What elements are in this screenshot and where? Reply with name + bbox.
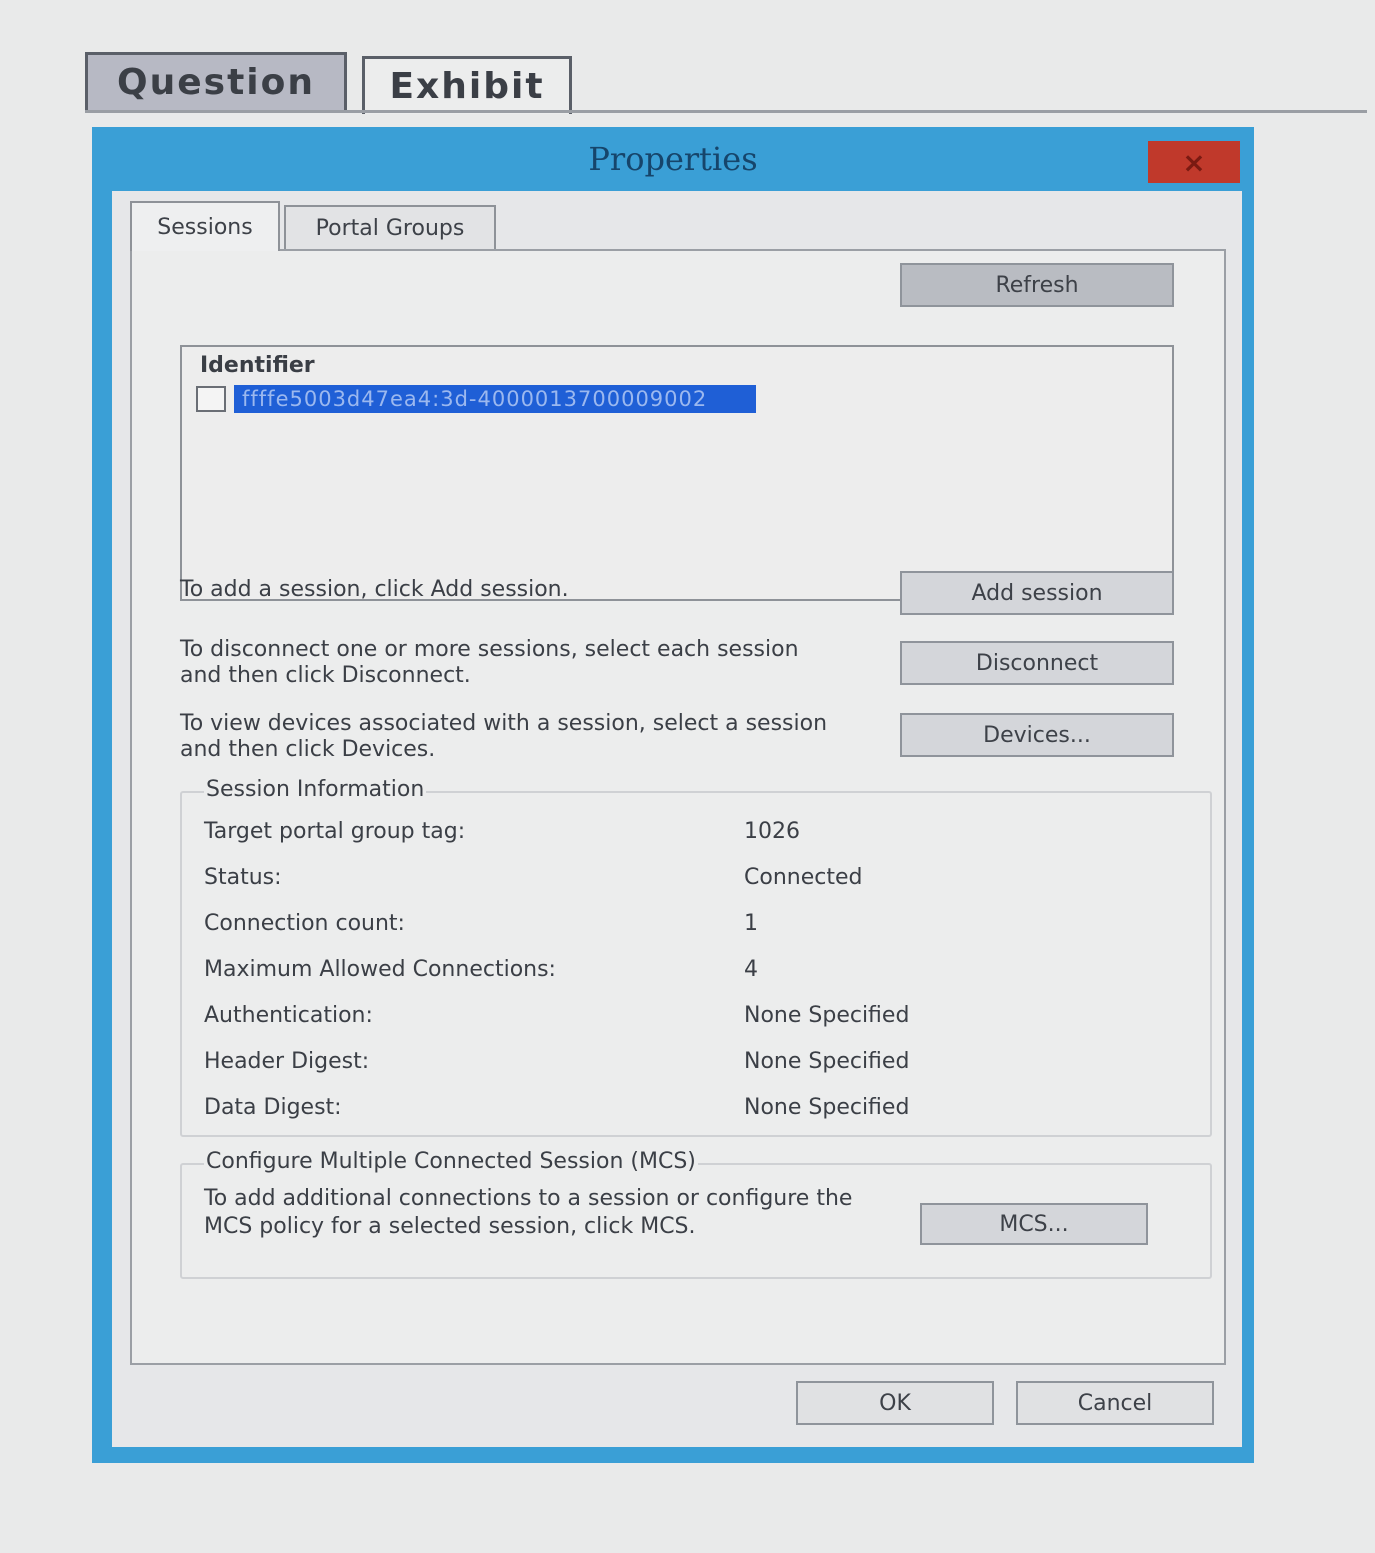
add-session-instruction: To add a session, click Add session.: [180, 577, 569, 602]
info-value-connection-count: 1: [744, 911, 758, 936]
session-identifier[interactable]: ffffe5003d47ea4:3d-4000013700009002: [234, 385, 756, 413]
refresh-button[interactable]: Refresh: [900, 263, 1174, 307]
dialog-title: Properties: [588, 140, 758, 178]
cancel-button[interactable]: Cancel: [1016, 1381, 1214, 1425]
info-label-authentication: Authentication:: [204, 1003, 373, 1028]
list-item[interactable]: ffffe5003d47ea4:3d-4000013700009002: [196, 385, 756, 413]
properties-dialog: Properties × Sessions Portal Groups Refr…: [92, 127, 1254, 1463]
disconnect-button[interactable]: Disconnect: [900, 641, 1174, 685]
tab-divider: [85, 110, 1367, 113]
mcs-group-title: Configure Multiple Connected Session (MC…: [204, 1149, 698, 1174]
add-session-button[interactable]: Add session: [900, 571, 1174, 615]
tab-exhibit[interactable]: Exhibit: [362, 56, 572, 114]
info-value-status: Connected: [744, 865, 863, 890]
close-button[interactable]: ×: [1148, 141, 1240, 183]
tab-sessions[interactable]: Sessions: [130, 201, 280, 251]
info-value-header-digest: None Specified: [744, 1049, 910, 1074]
dialog-client-area: Sessions Portal Groups Refresh Identifie…: [112, 191, 1242, 1447]
tab-portal-groups[interactable]: Portal Groups: [284, 205, 496, 249]
mcs-instruction: To add additional connections to a sessi…: [204, 1186, 853, 1239]
mcs-group: Configure Multiple Connected Session (MC…: [180, 1149, 1212, 1279]
ok-button[interactable]: OK: [796, 1381, 994, 1425]
tab-question[interactable]: Question: [85, 52, 347, 110]
info-label-connection-count: Connection count:: [204, 911, 405, 936]
disconnect-instruction: To disconnect one or more sessions, sele…: [180, 637, 799, 688]
sessions-panel: Refresh Identifier ffffe5003d47ea4:3d-40…: [130, 249, 1226, 1365]
sessions-list[interactable]: Identifier ffffe5003d47ea4:3d-4000013700…: [180, 345, 1174, 601]
mcs-button[interactable]: MCS...: [920, 1203, 1148, 1245]
devices-instruction: To view devices associated with a sessio…: [180, 711, 828, 762]
info-label-data-digest: Data Digest:: [204, 1095, 342, 1120]
info-label-status: Status:: [204, 865, 282, 890]
info-label-portal-tag: Target portal group tag:: [204, 819, 466, 844]
session-checkbox[interactable]: [196, 386, 226, 412]
close-icon: ×: [1182, 145, 1206, 179]
info-value-max-connections: 4: [744, 957, 758, 982]
session-information-group: Session Information Target portal group …: [180, 777, 1212, 1137]
info-label-header-digest: Header Digest:: [204, 1049, 370, 1074]
info-value-authentication: None Specified: [744, 1003, 910, 1028]
info-value-data-digest: None Specified: [744, 1095, 910, 1120]
info-value-portal-tag: 1026: [744, 819, 800, 844]
devices-button[interactable]: Devices...: [900, 713, 1174, 757]
list-header-identifier: Identifier: [200, 353, 315, 378]
info-label-max-connections: Maximum Allowed Connections:: [204, 957, 556, 982]
session-information-title: Session Information: [204, 777, 427, 802]
